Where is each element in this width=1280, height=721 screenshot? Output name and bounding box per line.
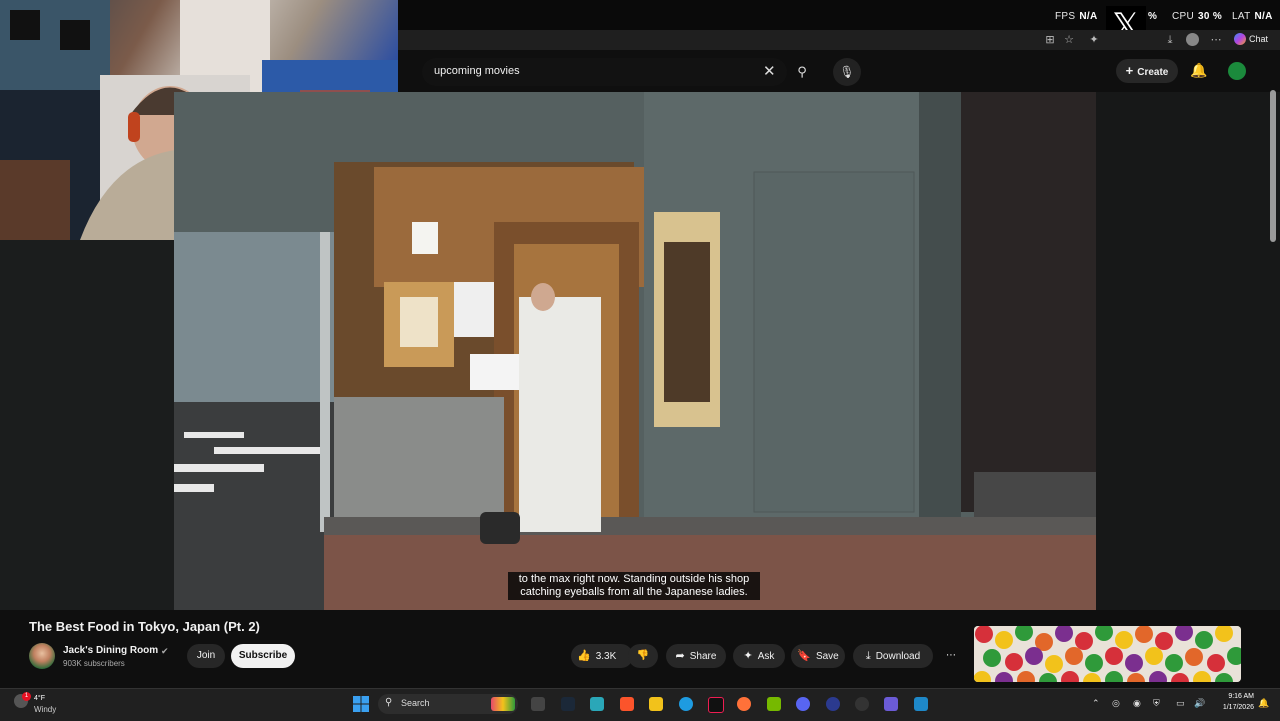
more-menu-icon[interactable]: ⋯: [1210, 34, 1222, 46]
thumbs-down-icon: 👎: [636, 650, 650, 661]
extensions-icon[interactable]: ✦: [1088, 34, 1100, 46]
voice-search-button[interactable]: 🎙: [833, 58, 861, 86]
profile-avatar[interactable]: [1186, 33, 1199, 46]
fps-readout: FPS N/A: [1055, 11, 1098, 22]
dislike-button[interactable]: 👎: [628, 644, 658, 668]
video-player[interactable]: [174, 92, 1096, 610]
join-button[interactable]: Join: [187, 644, 225, 668]
create-button[interactable]: + Create: [1116, 59, 1178, 83]
copilot-icon: [1234, 33, 1246, 45]
search-query-text[interactable]: upcoming movies: [434, 65, 520, 77]
channel-avatar[interactable]: [29, 643, 55, 669]
clear-search-icon[interactable]: ✕: [763, 62, 776, 80]
tray-steam-icon[interactable]: ◎: [1112, 698, 1120, 709]
downloads-icon[interactable]: ⤓: [1164, 34, 1176, 46]
task-view-icon[interactable]: [531, 697, 545, 711]
gpu-readout: %: [1148, 11, 1158, 22]
cpu-readout: CPU 30 %: [1172, 11, 1223, 22]
more-actions-button[interactable]: ⋯: [939, 644, 963, 668]
video-letterbox-left: [0, 240, 174, 610]
tiktok-icon[interactable]: [708, 697, 724, 713]
tray-app-icon[interactable]: ◉: [1133, 698, 1141, 709]
subtitle-line-1: to the max right now. Standing outside h…: [518, 573, 750, 585]
notification-bell-icon[interactable]: 🔔: [1258, 698, 1269, 709]
nvidia-icon[interactable]: [767, 697, 781, 711]
share-arrow-icon: ➦: [675, 650, 685, 662]
flowers-search-highlight-icon: [491, 697, 515, 711]
search-icon: ⚲: [385, 697, 393, 708]
search-icon: ⚲: [797, 64, 807, 79]
brave-browser-icon[interactable]: [620, 697, 634, 711]
ask-button[interactable]: ✦ Ask: [733, 644, 785, 668]
windows-start-icon[interactable]: [353, 696, 369, 712]
download-icon: ⤓: [865, 650, 871, 662]
app-grid-icon[interactable]: ⊞: [1044, 34, 1056, 46]
app-grid-icon[interactable]: [884, 697, 898, 711]
network-icon[interactable]: ▭: [1176, 698, 1185, 709]
thumbs-up-icon: 👍: [577, 650, 591, 662]
candy-image: [974, 626, 1241, 682]
page-scrollbar[interactable]: [1270, 90, 1276, 242]
edge-browser-icon[interactable]: [679, 697, 693, 711]
video-title: The Best Food in Tokyo, Japan (Pt. 2): [29, 619, 260, 634]
more-dots-icon: ⋯: [946, 650, 956, 661]
subscriber-count: 903K subscribers: [63, 659, 125, 668]
obs-icon[interactable]: [855, 697, 869, 711]
file-explorer-icon[interactable]: [649, 697, 663, 711]
like-button[interactable]: 👍 3.3K: [571, 644, 633, 668]
plus-icon: +: [1125, 63, 1134, 78]
video-letterbox-right: [1096, 92, 1280, 610]
clock-date[interactable]: 1/17/2026: [1214, 704, 1254, 711]
browser-toolbar: [398, 30, 1280, 50]
copilot-chat-button[interactable]: Chat: [1234, 33, 1268, 47]
screen-capture-icon[interactable]: [914, 697, 928, 711]
subscribe-button[interactable]: Subscribe: [231, 644, 295, 668]
favorite-star-icon[interactable]: ☆: [1063, 34, 1075, 46]
latency-readout: LAT N/A: [1232, 11, 1273, 22]
windows-taskbar: [0, 688, 1280, 721]
save-button[interactable]: 🔖 Save: [791, 644, 845, 668]
video-frame-image: [174, 92, 1096, 610]
search-button[interactable]: ⚲: [790, 60, 814, 84]
channel-name[interactable]: Jack's Dining Room: [63, 645, 158, 656]
weather-temperature[interactable]: 4°F: [34, 695, 45, 702]
subtitle-line-2: catching eyeballs from all the Japanese …: [520, 586, 748, 598]
steam-icon[interactable]: [561, 697, 575, 711]
sparkle-icon: ✦: [743, 650, 753, 662]
microphone-icon: 🎙: [839, 65, 855, 79]
verified-badge-icon: ✔: [161, 646, 169, 656]
discord-icon[interactable]: [796, 697, 810, 711]
taskbar-search-label[interactable]: Search: [401, 698, 430, 708]
tray-expand-icon[interactable]: ⌃: [1092, 698, 1100, 709]
volume-icon[interactable]: 🔊: [1194, 698, 1205, 709]
tray-vpn-icon[interactable]: ⛨: [1153, 698, 1160, 709]
firefox-icon[interactable]: [737, 697, 751, 711]
notifications-bell-icon[interactable]: 🔔: [1190, 62, 1207, 79]
weather-description[interactable]: Windy: [34, 705, 56, 714]
share-button[interactable]: ➦ Share: [666, 644, 726, 668]
bookmark-icon: 🔖: [797, 650, 811, 662]
video-subtitle: to the max right now. Standing outside h…: [508, 572, 760, 600]
clock-time[interactable]: 9:16 AM: [1220, 693, 1254, 700]
notes-app-icon[interactable]: [590, 697, 604, 711]
ad-thumbnail[interactable]: [974, 626, 1241, 682]
weather-notification-badge: 1: [22, 692, 31, 701]
account-avatar[interactable]: [1228, 62, 1246, 80]
download-button[interactable]: ⤓ Download: [853, 644, 933, 668]
app-icon[interactable]: [826, 697, 840, 711]
